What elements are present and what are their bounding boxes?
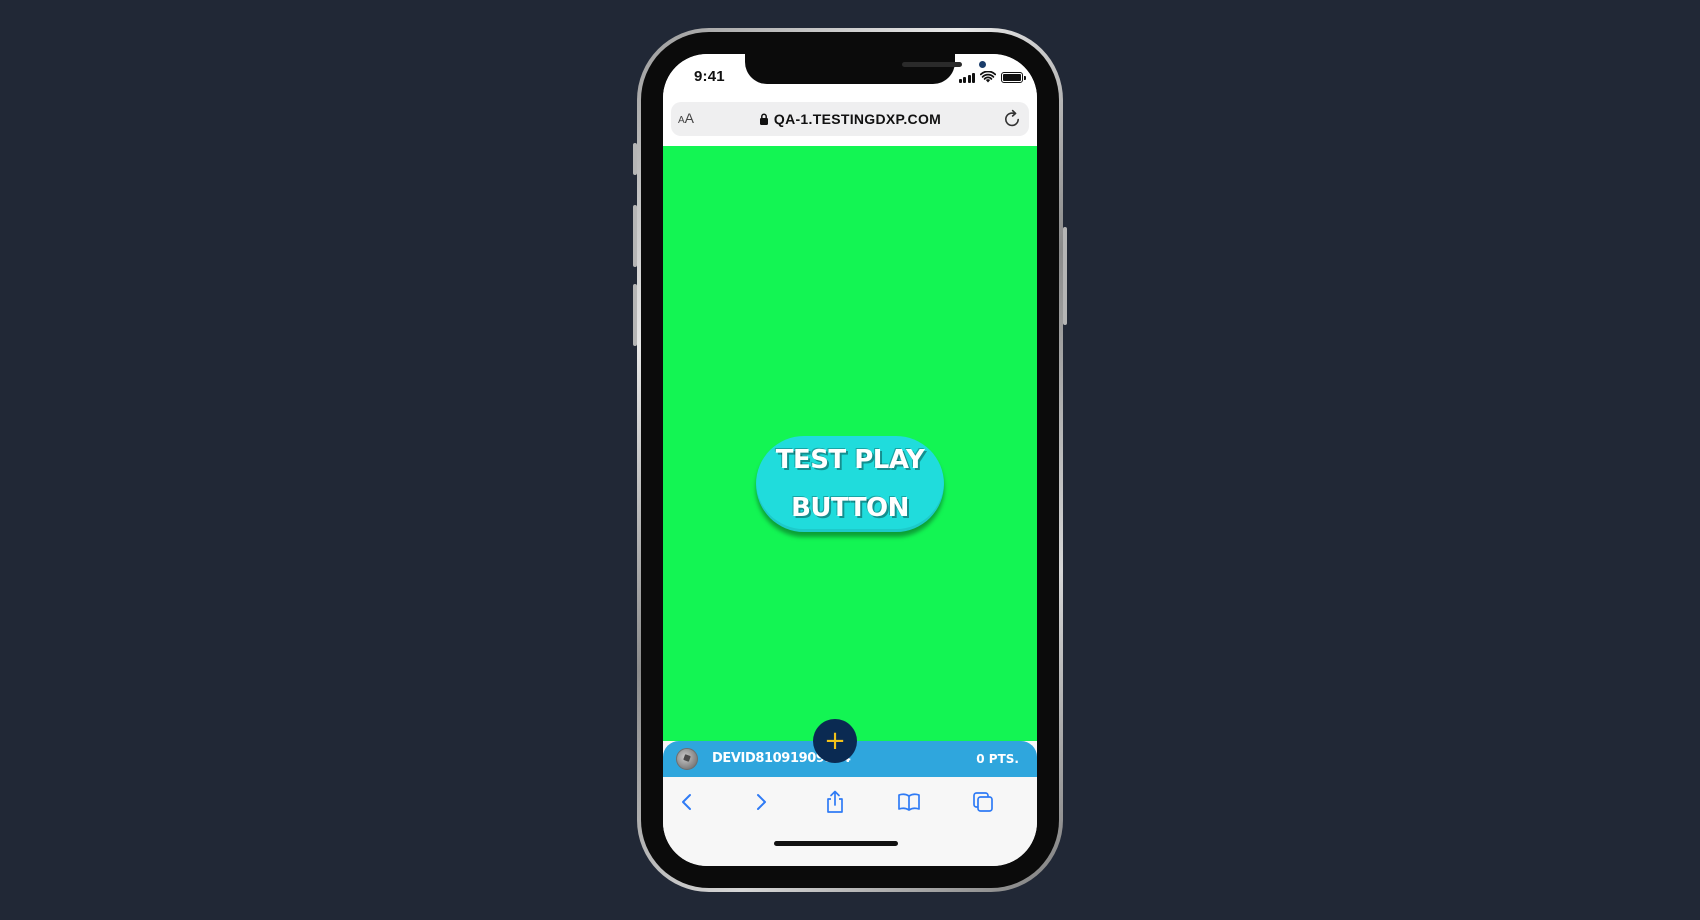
share-icon <box>827 790 843 813</box>
speaker-grille <box>902 62 962 67</box>
desktop-background: 9:41 AA QA-1.TESTINGDXP.COM TEST PLAY BU… <box>0 0 1700 920</box>
browser-toolbar <box>663 777 1037 866</box>
lock-icon <box>759 113 768 125</box>
cellular-signal-icon <box>958 72 975 83</box>
status-time: 9:41 <box>694 68 725 85</box>
status-bar: 9:41 <box>663 54 1037 98</box>
home-indicator[interactable] <box>774 841 898 846</box>
web-page-content: TEST PLAY BUTTON <box>663 146 1037 741</box>
phone-screen: 9:41 AA QA-1.TESTINGDXP.COM TEST PLAY BU… <box>663 54 1037 866</box>
play-button-label-line2: BUTTON <box>791 493 909 523</box>
add-button[interactable]: + <box>813 719 857 763</box>
forward-icon <box>757 794 766 810</box>
reload-icon[interactable] <box>1001 108 1023 130</box>
tabs-button[interactable] <box>968 787 998 817</box>
browser-header: AA QA-1.TESTINGDXP.COM <box>663 98 1037 146</box>
battery-icon <box>1001 71 1026 83</box>
status-icons <box>958 71 1026 83</box>
back-button[interactable] <box>672 787 702 817</box>
url-display[interactable]: QA-1.TESTINGDXP.COM <box>671 111 1029 127</box>
power-button <box>1063 227 1067 325</box>
url-text: QA-1.TESTINGDXP.COM <box>773 111 942 127</box>
back-icon <box>682 794 691 810</box>
player-points: 0 PTS. <box>976 752 1019 766</box>
notch <box>745 54 986 84</box>
tabs-icon <box>973 792 993 812</box>
avatar[interactable] <box>676 748 698 770</box>
play-button-label-line1: TEST PLAY <box>775 445 925 475</box>
bookmarks-button[interactable] <box>894 787 924 817</box>
wifi-icon <box>980 71 996 83</box>
front-camera <box>979 61 986 68</box>
forward-button[interactable] <box>746 787 776 817</box>
address-bar[interactable]: AA QA-1.TESTINGDXP.COM <box>671 102 1029 136</box>
share-button[interactable] <box>820 787 850 817</box>
test-play-button[interactable]: TEST PLAY BUTTON <box>756 436 944 532</box>
bookmarks-icon <box>898 793 920 811</box>
